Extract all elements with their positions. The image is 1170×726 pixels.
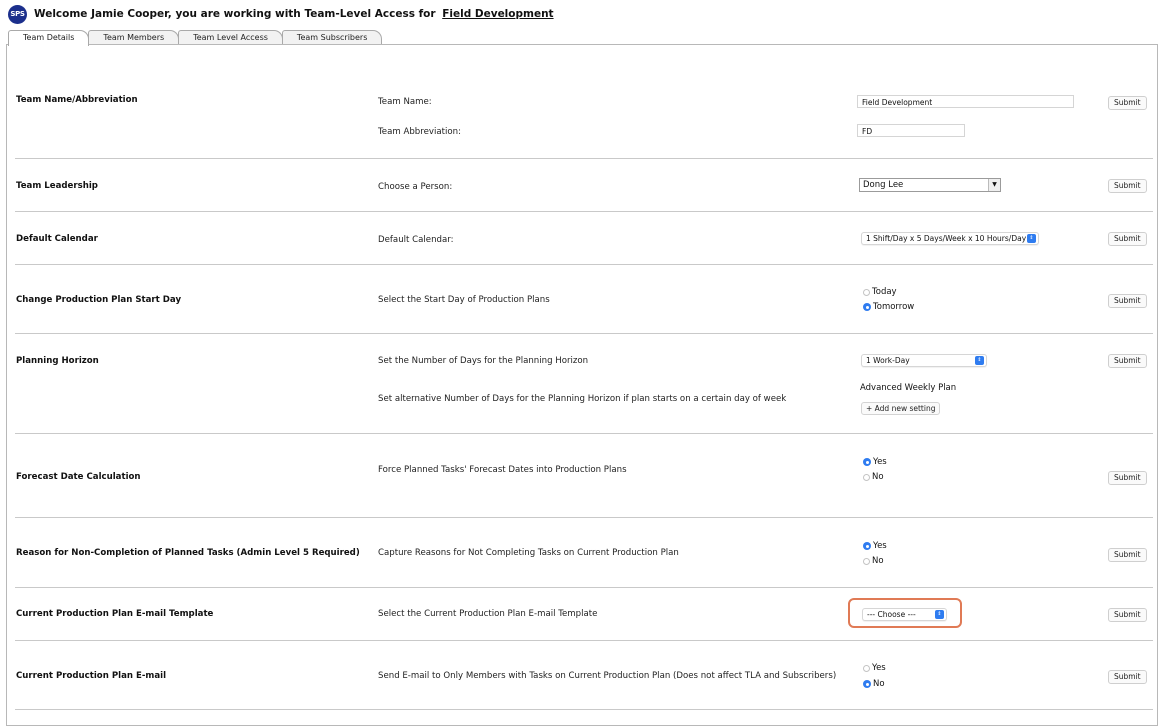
section-title-start-day: Change Production Plan Start Day [16,295,182,305]
radio-reason-no[interactable]: No [863,556,884,566]
page-header: SPS Welcome Jamie Cooper, you are workin… [8,4,554,24]
section-title-email-template: Current Production Plan E-mail Template [16,609,214,619]
email-label: Send E-mail to Only Members with Tasks o… [378,671,837,681]
radio-label-yes: Yes [873,541,887,551]
radio-button[interactable] [863,557,870,565]
tab-team-members[interactable]: Team Members [88,30,180,45]
section-title-leadership: Team Leadership [16,181,98,191]
radio-label-no: No [872,556,884,566]
section-title-calendar: Default Calendar [16,234,98,244]
radio-button-selected[interactable] [863,458,871,466]
submit-button-leadership[interactable]: Submit [1108,179,1147,193]
team-name-input[interactable]: Field Development [857,95,1074,108]
section-title-name-abbr: Team Name/Abbreviation [16,95,138,105]
highlight-box [848,598,962,628]
section-divider [15,158,1153,159]
dropdown-arrow-icon: ▼ [988,179,1000,191]
forecast-label: Force Planned Tasks' Forecast Dates into… [378,465,627,475]
default-calendar-label: Default Calendar: [378,235,454,245]
radio-button-selected[interactable] [863,542,871,550]
submit-button-email[interactable]: Submit [1108,670,1147,684]
add-new-setting-button[interactable]: + Add new setting [861,402,941,415]
team-details-panel: Team Name/Abbreviation Team Name: Field … [6,44,1158,726]
section-divider [15,333,1153,334]
submit-button-start-day[interactable]: Submit [1108,294,1147,308]
radio-label-today: Today [872,287,897,297]
radio-button[interactable] [863,664,870,672]
radio-label-no: No [872,472,884,482]
radio-tomorrow[interactable]: Tomorrow [863,302,914,312]
section-title-email: Current Production Plan E-mail [16,671,167,681]
start-day-label: Select the Start Day of Production Plans [378,295,550,305]
radio-button-selected[interactable] [863,303,871,311]
radio-button[interactable] [863,288,870,296]
radio-label-no: No [873,679,885,689]
section-divider [15,433,1153,434]
calendar-select[interactable]: 1 Shift/Day x 5 Days/Week x 10 Hours/Day… [861,232,1039,245]
radio-forecast-yes[interactable]: Yes [863,457,887,467]
section-divider [15,587,1153,588]
tab-team-level-access[interactable]: Team Level Access [178,30,283,45]
horizon-select[interactable]: 1 Work-Day ⇕ [861,354,987,367]
radio-today[interactable]: Today [863,287,897,297]
email-template-label: Select the Current Production Plan E-mai… [378,609,598,619]
tab-team-details[interactable]: Team Details [8,30,90,46]
submit-button-forecast[interactable]: Submit [1108,471,1147,485]
radio-email-yes[interactable]: Yes [863,663,886,673]
sps-logo: SPS [8,4,27,24]
horizon-select-value: 1 Work-Day [866,356,910,365]
chevron-updown-icon: ⇕ [1027,234,1036,243]
choose-person-label: Choose a Person: [378,182,453,192]
section-title-reason: Reason for Non-Completion of Planned Tas… [16,548,360,558]
welcome-message: Welcome Jamie Cooper, you are working wi… [34,8,554,20]
tab-bar: Team Details Team Members Team Level Acc… [8,30,383,46]
radio-forecast-no[interactable]: No [863,472,884,482]
radio-label-yes: Yes [872,663,886,673]
tab-team-subscribers[interactable]: Team Subscribers [281,30,383,45]
horizon-label: Set the Number of Days for the Planning … [378,356,589,366]
calendar-select-value: 1 Shift/Day x 5 Days/Week x 10 Hours/Day [866,234,1027,243]
section-divider [15,264,1153,265]
advanced-weekly-plan-label: Advanced Weekly Plan [860,383,957,393]
radio-button[interactable] [863,473,870,481]
section-divider [15,709,1153,710]
person-select[interactable]: Dong Lee ▼ [859,178,1001,192]
radio-reason-yes[interactable]: Yes [863,541,887,551]
submit-button-horizon[interactable]: Submit [1108,354,1147,368]
team-abbr-input[interactable]: FD [857,124,965,137]
section-divider [15,211,1153,212]
team-name-label: Team Name: [378,97,432,107]
reason-label: Capture Reasons for Not Completing Tasks… [378,548,679,558]
submit-button-calendar[interactable]: Submit [1108,232,1147,246]
radio-email-no[interactable]: No [863,679,885,689]
person-select-value: Dong Lee [863,180,904,190]
submit-button-email-template[interactable]: Submit [1108,608,1147,622]
section-title-horizon: Planning Horizon [16,356,99,366]
section-title-forecast: Forecast Date Calculation [16,472,141,482]
submit-button-reason[interactable]: Submit [1108,548,1147,562]
radio-label-yes: Yes [873,457,887,467]
section-divider [15,640,1153,641]
radio-label-tomorrow: Tomorrow [873,302,915,312]
welcome-text: Welcome Jamie Cooper, you are working wi… [34,8,436,20]
section-divider [15,517,1153,518]
submit-button-name[interactable]: Submit [1108,96,1147,110]
alt-horizon-label: Set alternative Number of Days for the P… [378,394,787,404]
team-abbr-label: Team Abbreviation: [378,127,461,137]
team-link[interactable]: Field Development [442,8,553,20]
radio-button-selected[interactable] [863,680,871,688]
chevron-updown-icon: ⇕ [975,356,984,365]
